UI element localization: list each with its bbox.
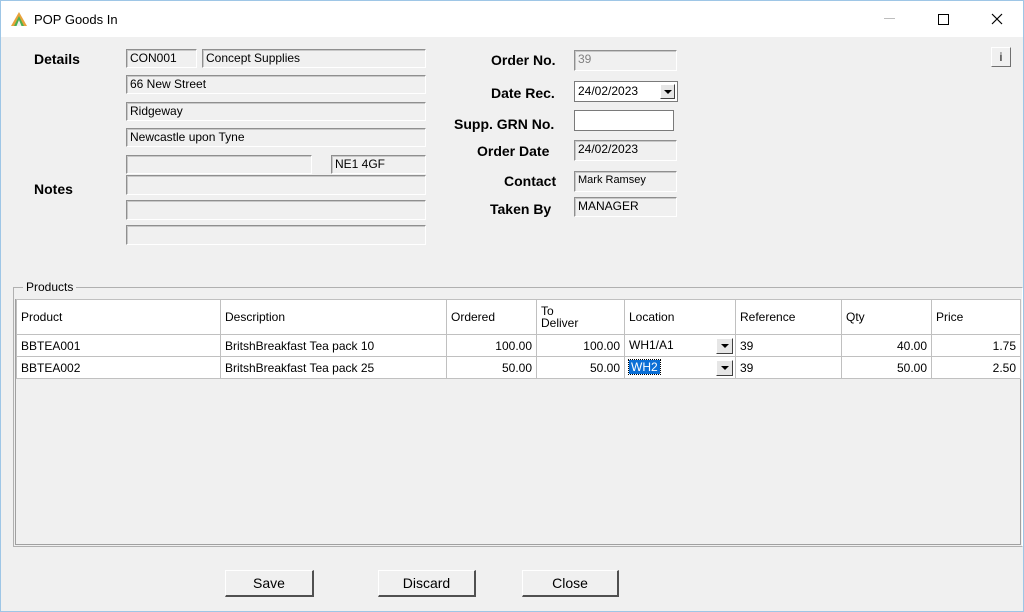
date-rec-label: Date Rec. (491, 85, 555, 101)
column-header[interactable]: To Deliver (536, 299, 625, 335)
notes-line-1[interactable] (126, 175, 426, 195)
column-header[interactable]: Reference (735, 299, 842, 335)
column-header[interactable]: Product (16, 299, 221, 335)
order-date-label: Order Date (477, 143, 550, 159)
order-no-label: Order No. (491, 52, 556, 68)
description-cell[interactable]: BritshBreakfast Tea pack 25 (220, 356, 447, 379)
description-cell[interactable]: BritshBreakfast Tea pack 10 (220, 334, 447, 357)
address-line-2[interactable]: Ridgeway (126, 102, 426, 121)
ordered-cell[interactable]: 100.00 (446, 334, 537, 357)
taken-by-field: MANAGER (574, 197, 677, 217)
to-deliver-header: To Deliver (541, 304, 579, 330)
postcode-field[interactable]: NE1 4GF (331, 155, 426, 174)
close-button[interactable]: Close (522, 570, 619, 597)
column-header[interactable]: Price (931, 299, 1021, 335)
chevron-down-icon[interactable] (716, 360, 733, 376)
location-cell[interactable]: WH2 (624, 356, 736, 379)
supp-grn-label: Supp. GRN No. (454, 116, 555, 132)
supplier-code-field[interactable]: CON001 (126, 49, 197, 68)
product-cell[interactable]: BBTEA001 (16, 334, 221, 357)
order-no-field: 39 (574, 50, 677, 71)
location-value-selected: WH2 (628, 359, 661, 375)
order-date-field: 24/02/2023 (574, 140, 677, 161)
to-deliver-cell[interactable]: 50.00 (536, 356, 625, 379)
window-title: POP Goods In (34, 12, 118, 27)
column-header[interactable]: Location (624, 299, 736, 335)
address-line-3[interactable]: Newcastle upon Tyne (126, 128, 426, 147)
date-rec-picker[interactable]: 24/02/2023 (574, 81, 678, 102)
column-header[interactable]: Ordered (446, 299, 537, 335)
price-cell[interactable]: 1.75 (931, 334, 1021, 357)
supplier-name-field[interactable]: Concept Supplies (202, 49, 426, 68)
reference-cell[interactable]: 39 (735, 334, 842, 357)
table-header-row: Product Description Ordered To Deliver L… (16, 299, 1021, 335)
table-row[interactable]: BBTEA001 BritshBreakfast Tea pack 10 100… (16, 334, 1021, 357)
notes-line-3[interactable] (126, 225, 426, 245)
qty-cell[interactable]: 50.00 (841, 356, 932, 379)
reference-cell[interactable]: 39 (735, 356, 842, 379)
column-header[interactable]: Description (220, 299, 447, 335)
discard-button[interactable]: Discard (378, 570, 476, 597)
chevron-down-icon[interactable] (716, 338, 733, 354)
table-row[interactable]: BBTEA002 BritshBreakfast Tea pack 25 50.… (16, 356, 1021, 379)
minimize-icon[interactable] (863, 1, 915, 37)
ordered-cell[interactable]: 50.00 (446, 356, 537, 379)
save-button[interactable]: Save (225, 570, 314, 597)
product-cell[interactable]: BBTEA002 (16, 356, 221, 379)
products-group-label: Products (23, 280, 77, 294)
location-cell[interactable]: WH1/A1 (624, 334, 736, 357)
taken-by-label: Taken By (490, 201, 552, 217)
app-icon (11, 12, 27, 26)
qty-cell[interactable]: 40.00 (841, 334, 932, 357)
contact-field: Mark Ramsey (574, 171, 677, 192)
to-deliver-cell[interactable]: 100.00 (536, 334, 625, 357)
goods-in-window: POP Goods In Details CON001 Concept Supp… (0, 0, 1024, 612)
maximize-icon[interactable] (917, 1, 969, 37)
close-icon[interactable] (971, 1, 1023, 37)
title-bar: POP Goods In (1, 1, 1023, 37)
location-value: WH1/A1 (629, 338, 674, 352)
supp-grn-input[interactable] (574, 110, 674, 131)
address-line-4[interactable] (126, 155, 312, 174)
notes-label: Notes (34, 181, 73, 197)
contact-label: Contact (504, 173, 557, 189)
column-header[interactable]: Qty (841, 299, 932, 335)
address-line-1[interactable]: 66 New Street (126, 75, 426, 94)
info-button[interactable]: i (991, 47, 1011, 67)
price-cell[interactable]: 2.50 (931, 356, 1021, 379)
chevron-down-icon[interactable] (660, 84, 675, 99)
date-rec-value: 24/02/2023 (578, 84, 639, 98)
details-label: Details (34, 51, 80, 67)
notes-line-2[interactable] (126, 200, 426, 220)
products-table: Product Description Ordered To Deliver L… (16, 299, 1021, 379)
